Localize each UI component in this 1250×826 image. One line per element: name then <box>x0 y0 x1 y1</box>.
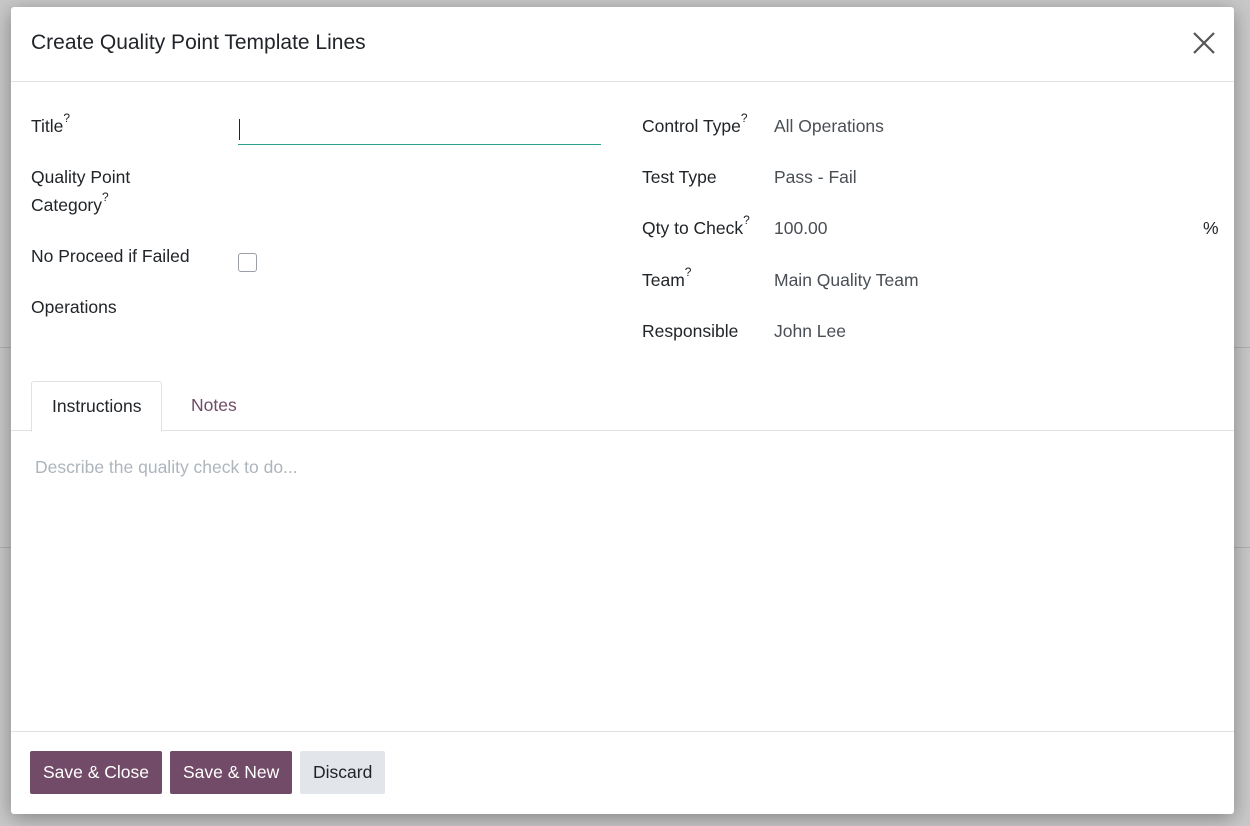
qty-unit-label: % <box>1203 218 1219 238</box>
control-type-label: Control Type? <box>642 111 748 136</box>
save-close-button[interactable]: Save & Close <box>30 751 163 794</box>
discard-button[interactable]: Discard <box>300 751 386 794</box>
team-help-icon[interactable]: ? <box>685 265 692 279</box>
responsible-label: Responsible <box>642 321 739 341</box>
dialog-title: Create Quality Point Template Lines <box>31 31 366 54</box>
notebook-tabs: Instructions Notes <box>11 381 1234 432</box>
dialog-header: Create Quality Point Template Lines <box>11 7 1234 82</box>
close-button[interactable] <box>1190 29 1218 57</box>
form-body: Title? Quality Point Category? No Procee… <box>11 82 1234 382</box>
title-help-icon[interactable]: ? <box>63 111 70 125</box>
instructions-editor[interactable]: Describe the quality check to do... <box>35 457 298 478</box>
qty-help-icon[interactable]: ? <box>743 213 750 227</box>
close-icon <box>1193 32 1215 54</box>
no-proceed-checkbox[interactable] <box>238 253 257 272</box>
category-field-label: Quality Point Category? <box>31 167 131 215</box>
test-type-select[interactable]: Pass - Fail <box>774 163 857 191</box>
tab-instructions[interactable]: Instructions <box>31 381 163 432</box>
qty-to-check-label: Qty to Check? <box>642 213 750 238</box>
dialog-footer: Save & Close Save & New Discard <box>11 731 1234 814</box>
tab-notes[interactable]: Notes <box>171 381 257 429</box>
team-select[interactable]: Main Quality Team <box>774 266 919 294</box>
title-field-label: Title? <box>31 111 71 136</box>
team-label: Team? <box>642 265 692 290</box>
control-type-help-icon[interactable]: ? <box>741 111 748 125</box>
control-type-select[interactable]: All Operations <box>774 112 884 140</box>
text-caret <box>239 119 240 140</box>
qty-to-check-input[interactable]: 100.00 <box>774 214 828 242</box>
test-type-label: Test Type <box>642 167 717 187</box>
save-new-button[interactable]: Save & New <box>170 751 293 794</box>
title-input[interactable] <box>238 114 601 145</box>
operations-label: Operations <box>31 297 117 317</box>
no-proceed-label: No Proceed if Failed <box>31 246 190 266</box>
quality-point-dialog: Create Quality Point Template Lines Titl… <box>11 7 1234 814</box>
category-help-icon[interactable]: ? <box>102 190 109 204</box>
responsible-select[interactable]: John Lee <box>774 317 846 345</box>
